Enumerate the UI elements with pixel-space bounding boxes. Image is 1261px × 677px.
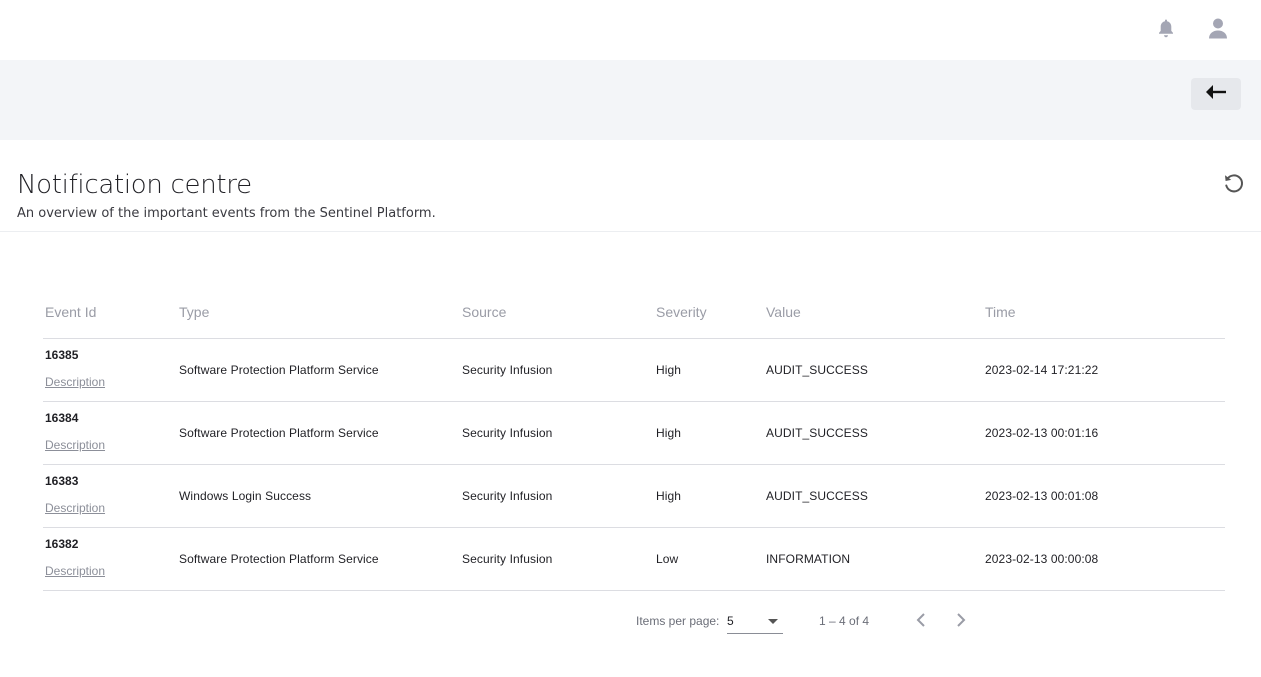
- bell-icon[interactable]: [1152, 14, 1180, 42]
- table-row[interactable]: 16382 Description Software Protection Pl…: [43, 528, 1225, 591]
- event-id: 16382: [45, 537, 79, 551]
- description-link[interactable]: Description: [45, 438, 105, 452]
- page-subtitle: An overview of the important events from…: [17, 206, 436, 221]
- column-header-time[interactable]: Time: [985, 304, 1016, 320]
- chevron-left-icon: [915, 612, 927, 633]
- chevron-down-icon: [768, 619, 778, 624]
- event-severity: High: [656, 489, 682, 503]
- refresh-icon[interactable]: [1222, 171, 1246, 195]
- sub-header-bar: [0, 60, 1261, 140]
- event-id: 16384: [45, 411, 79, 425]
- table-row[interactable]: 16385 Description Software Protection Pl…: [43, 339, 1225, 402]
- event-value: INFORMATION: [766, 552, 851, 566]
- event-source: Security Infusion: [462, 489, 553, 503]
- event-time: 2023-02-13 00:01:08: [985, 489, 1099, 503]
- back-button[interactable]: [1191, 78, 1241, 110]
- event-time: 2023-02-13 00:01:16: [985, 426, 1099, 440]
- events-table: Event Id Type Source Severity Value Time…: [43, 284, 1225, 591]
- next-page-button[interactable]: [949, 610, 973, 634]
- items-per-page-select[interactable]: 5: [727, 610, 783, 634]
- description-link[interactable]: Description: [45, 501, 105, 515]
- page-title: Notification centre: [17, 170, 252, 200]
- previous-page-button[interactable]: [909, 610, 933, 634]
- event-severity: High: [656, 426, 682, 440]
- event-type: Software Protection Platform Service: [179, 426, 379, 440]
- table-row[interactable]: 16383 Description Windows Login Success …: [43, 465, 1225, 528]
- chevron-right-icon: [955, 612, 967, 633]
- event-source: Security Infusion: [462, 363, 553, 377]
- description-link[interactable]: Description: [45, 375, 105, 389]
- items-per-page-value: 5: [727, 614, 734, 628]
- event-value: AUDIT_SUCCESS: [766, 489, 868, 503]
- event-time: 2023-02-14 17:21:22: [985, 363, 1099, 377]
- table-header: Event Id Type Source Severity Value Time: [43, 284, 1225, 339]
- event-severity: High: [656, 363, 682, 377]
- event-id: 16383: [45, 474, 79, 488]
- event-value: AUDIT_SUCCESS: [766, 426, 868, 440]
- page-header: Notification centre An overview of the i…: [0, 140, 1261, 232]
- user-icon[interactable]: [1204, 14, 1232, 42]
- event-value: AUDIT_SUCCESS: [766, 363, 868, 377]
- arrow-left-icon: [1205, 84, 1227, 105]
- event-type: Software Protection Platform Service: [179, 363, 379, 377]
- event-source: Security Infusion: [462, 426, 553, 440]
- items-per-page-label: Items per page:: [636, 614, 720, 628]
- event-type: Software Protection Platform Service: [179, 552, 379, 566]
- event-id: 16385: [45, 348, 79, 362]
- column-header-event-id[interactable]: Event Id: [45, 304, 96, 320]
- column-header-type[interactable]: Type: [179, 304, 209, 320]
- event-severity: Low: [656, 552, 679, 566]
- column-header-source[interactable]: Source: [462, 304, 506, 320]
- event-source: Security Infusion: [462, 552, 553, 566]
- description-link[interactable]: Description: [45, 564, 105, 578]
- paginator: Items per page: 5 1 – 4 of 4: [0, 600, 1261, 644]
- top-bar: [0, 0, 1261, 60]
- column-header-value[interactable]: Value: [766, 304, 801, 320]
- column-header-severity[interactable]: Severity: [656, 304, 707, 320]
- event-type: Windows Login Success: [179, 489, 312, 503]
- event-time: 2023-02-13 00:00:08: [985, 552, 1099, 566]
- range-label: 1 – 4 of 4: [819, 614, 870, 628]
- table-row[interactable]: 16384 Description Software Protection Pl…: [43, 402, 1225, 465]
